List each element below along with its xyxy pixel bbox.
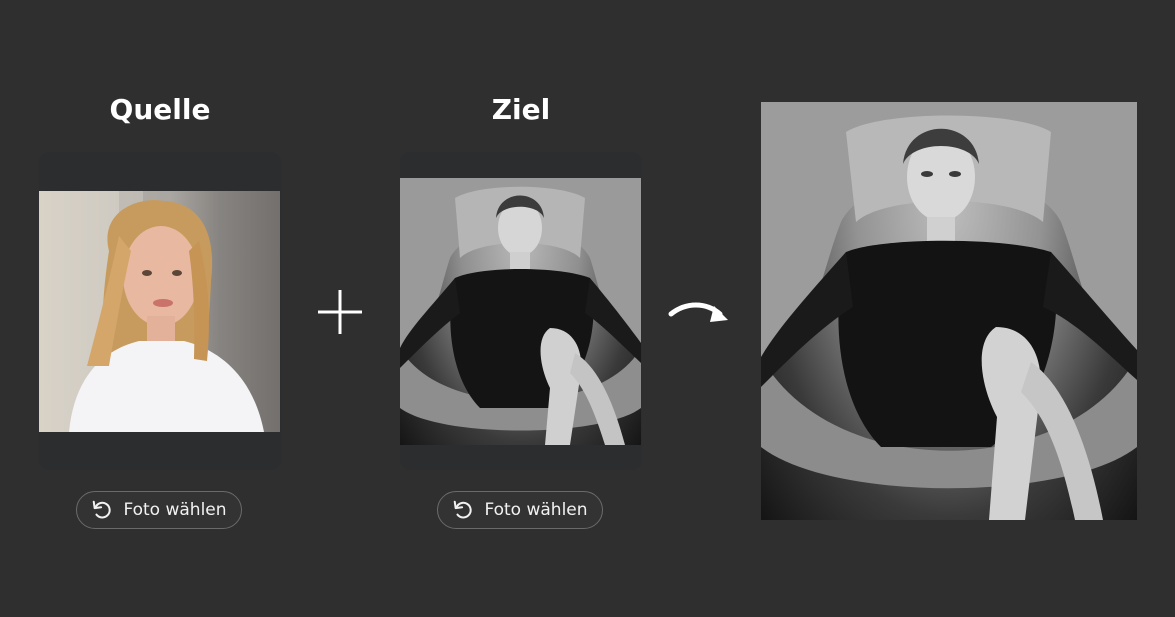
source-choose-photo-button[interactable]: Foto wählen xyxy=(76,491,242,529)
source-photo-illustration xyxy=(69,191,280,432)
rotate-ccw-icon xyxy=(93,500,112,519)
rotate-ccw-icon xyxy=(454,500,473,519)
result-photo[interactable] xyxy=(761,102,1137,520)
source-choose-photo-label: Foto wählen xyxy=(123,500,227,520)
target-heading: Ziel xyxy=(491,93,551,126)
source-heading: Quelle xyxy=(109,93,211,126)
target-photo-illustration xyxy=(400,178,641,445)
source-photo[interactable] xyxy=(39,191,280,432)
curved-arrow-icon xyxy=(668,302,728,322)
plus-icon xyxy=(318,290,362,334)
target-choose-photo-button[interactable]: Foto wählen xyxy=(437,491,603,529)
target-choose-photo-label: Foto wählen xyxy=(484,500,588,520)
target-photo[interactable] xyxy=(400,178,641,445)
result-photo-illustration xyxy=(761,102,1137,520)
